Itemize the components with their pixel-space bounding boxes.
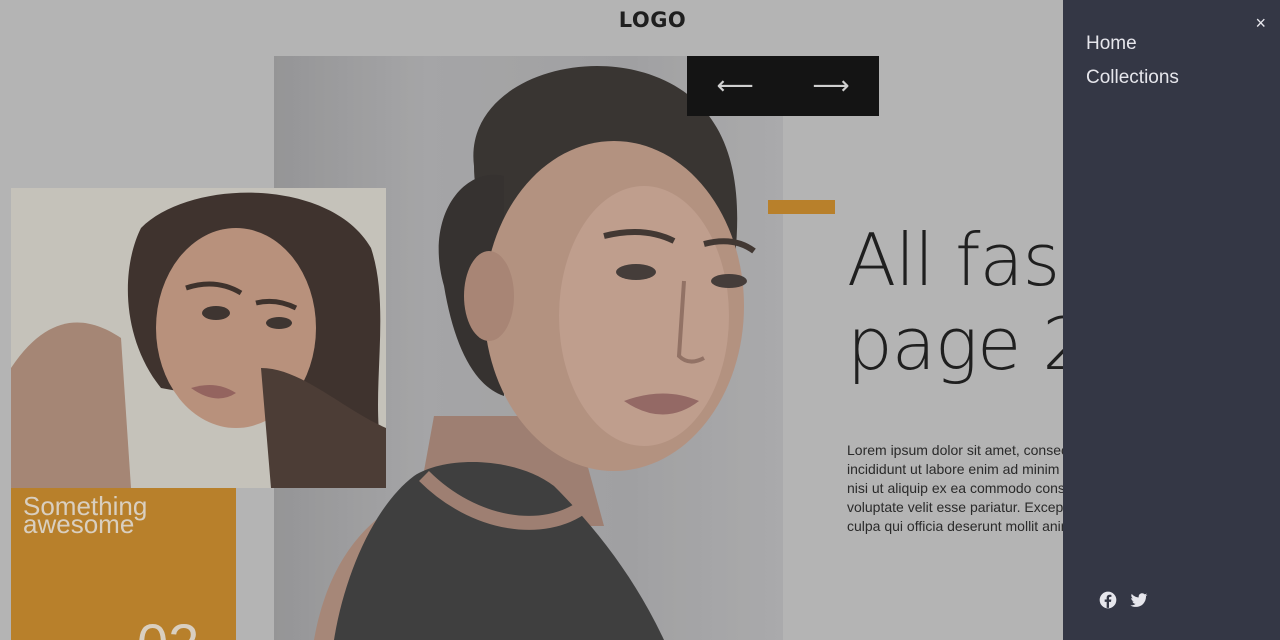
hero-heading-line1: All fash: [847, 218, 1063, 302]
hero-heading-line2: page 2: [847, 302, 1063, 386]
facebook-icon[interactable]: [1098, 590, 1118, 610]
slider-controls: ⟵ ⟶: [687, 56, 879, 116]
close-menu-button[interactable]: ×: [1255, 14, 1266, 32]
menu-item-collections[interactable]: Collections: [1086, 67, 1179, 89]
side-menu-panel: × Home Collections: [1063, 0, 1280, 640]
promo-title: Something awesome: [23, 493, 223, 539]
hero-heading: All fash page 2: [847, 218, 1063, 386]
arrow-right-icon: ⟶: [812, 71, 850, 101]
twitter-icon[interactable]: [1129, 590, 1149, 610]
accent-bar: [768, 200, 835, 214]
page-content: LOGO Something awesome ⟵ ⟶ All fas page …: [0, 0, 1063, 640]
menu-item-home[interactable]: Home: [1086, 33, 1137, 55]
prev-slide-button[interactable]: ⟵: [687, 56, 783, 116]
social-links: [1098, 590, 1149, 610]
hero-body-text: Lorem ipsum dolor sit amet, consect eius…: [847, 442, 1063, 534]
secondary-model-photo: [11, 188, 386, 488]
promo-card: Something awesome 02: [11, 488, 236, 640]
promo-number: 02: [137, 616, 199, 640]
promo-title-line2: awesome: [23, 509, 135, 539]
logo[interactable]: LOGO: [0, 8, 1063, 32]
arrow-left-icon: ⟵: [716, 71, 754, 101]
next-slide-button[interactable]: ⟶: [783, 56, 879, 116]
